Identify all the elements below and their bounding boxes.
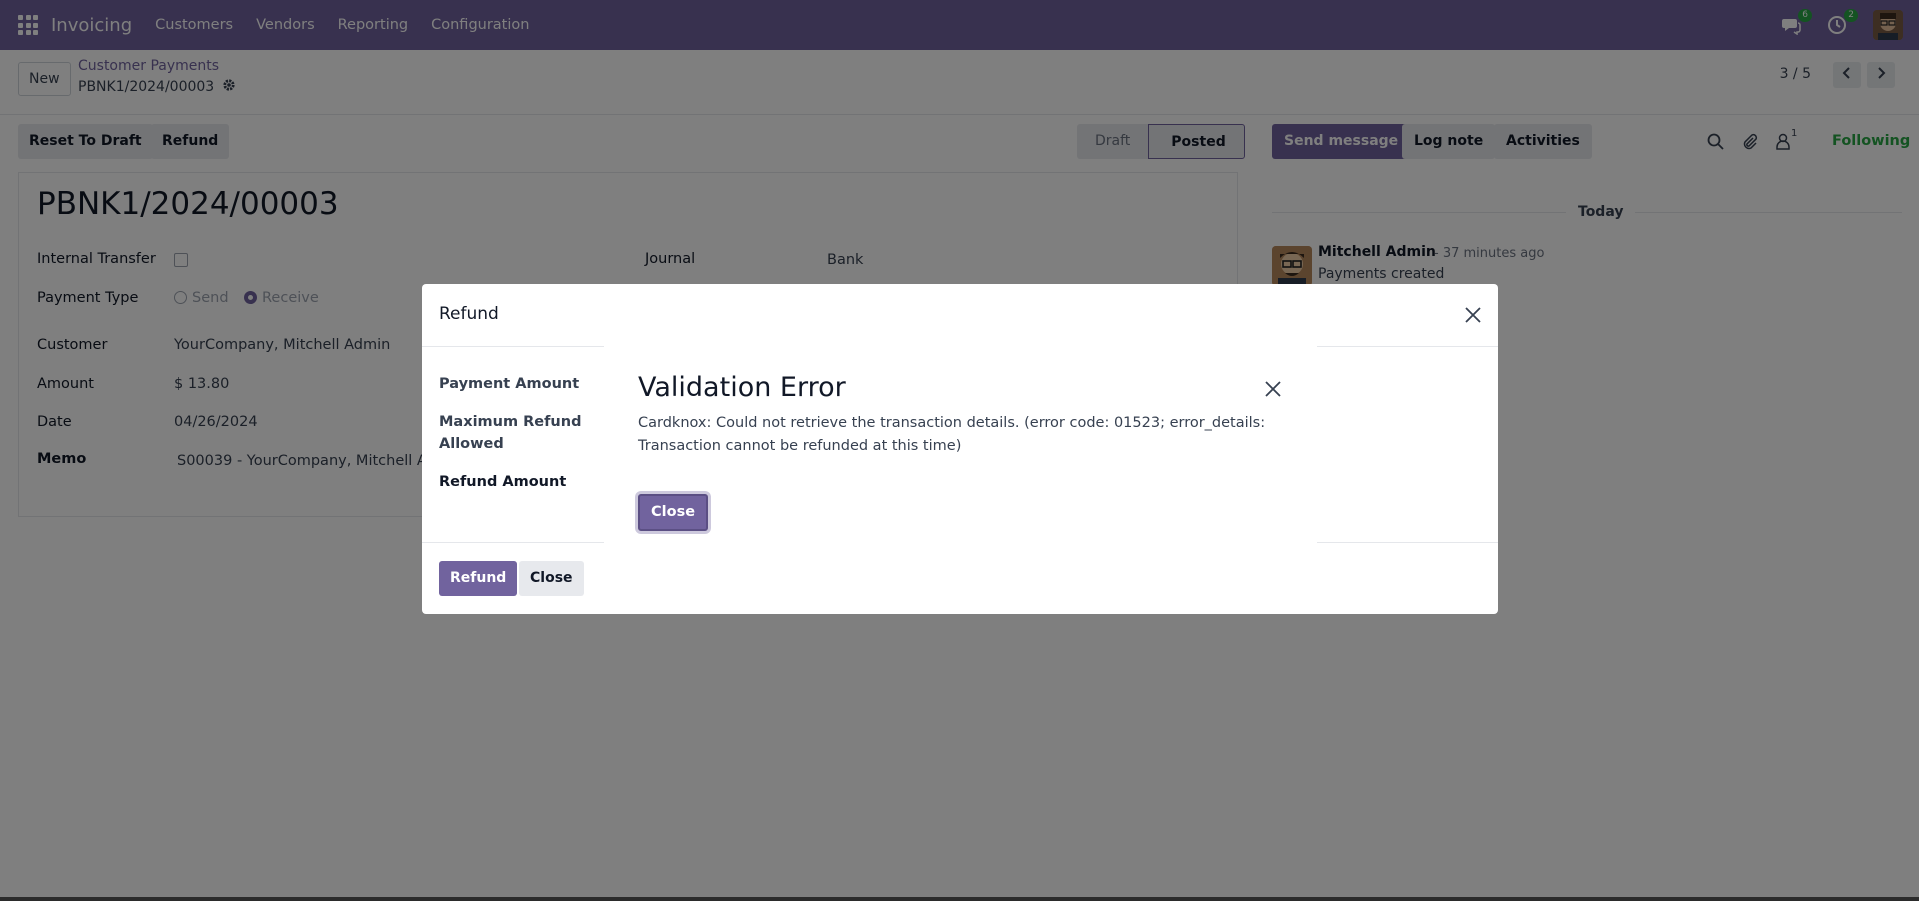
payment-amount-label: Payment Amount <box>439 376 580 392</box>
refund-dialog-title: Refund <box>439 304 499 324</box>
max-refund-label-line1: Maximum Refund <box>439 414 582 430</box>
refund-amount-label: Refund Amount <box>439 474 567 490</box>
refund-close-button[interactable]: Close <box>519 561 584 596</box>
error-message: Cardknox: Could not retrieve the transac… <box>638 415 1266 454</box>
refund-submit-button[interactable]: Refund <box>439 561 518 596</box>
close-icon[interactable] <box>1264 380 1282 398</box>
error-close-button[interactable]: Close <box>638 494 709 531</box>
close-icon[interactable] <box>1464 306 1482 324</box>
max-refund-label-line2: Allowed <box>439 436 504 452</box>
validation-error-dialog: Validation Error Cardknox: Could not ret… <box>604 334 1317 564</box>
error-dialog-title: Validation Error <box>638 372 846 403</box>
bottom-edge <box>0 897 1919 901</box>
